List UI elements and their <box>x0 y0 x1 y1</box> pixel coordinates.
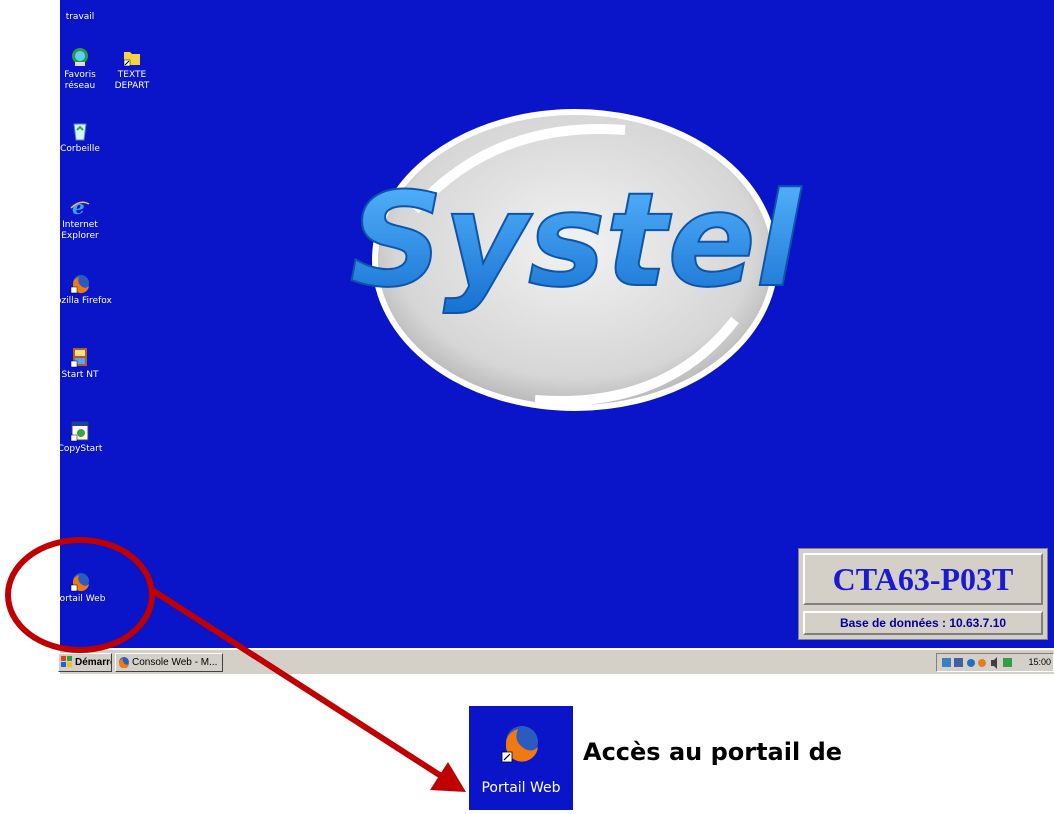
highlight-ellipse <box>5 537 155 653</box>
annotation-overlay <box>5 537 466 792</box>
annotation-arrow-line <box>150 587 454 786</box>
annotation-arrow-head <box>430 762 466 792</box>
